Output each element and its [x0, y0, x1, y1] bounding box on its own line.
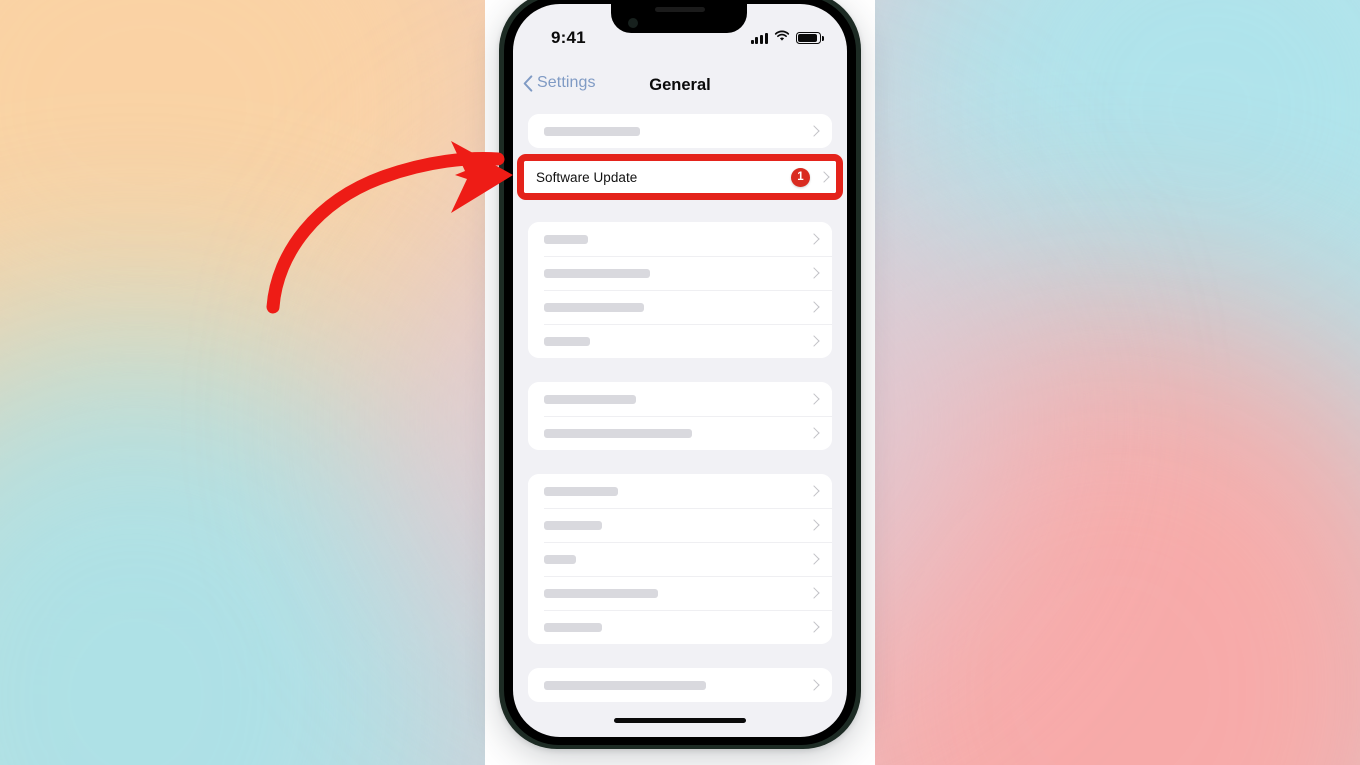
wifi-icon [774, 29, 790, 47]
group-gap [528, 450, 832, 474]
placeholder-label [544, 126, 640, 136]
list-item[interactable] [528, 114, 832, 148]
placeholder-label [544, 234, 588, 244]
placeholder-label [544, 588, 658, 598]
list-item[interactable] [528, 668, 832, 702]
settings-group [528, 382, 832, 450]
chevron-right-icon [808, 587, 820, 599]
list-item-software-update[interactable]: Software Update 1 [524, 161, 836, 193]
placeholder-label [544, 680, 706, 690]
chevron-right-icon [808, 301, 820, 313]
settings-list: Software Update 1 [513, 114, 847, 737]
battery-full-icon [796, 32, 824, 44]
group-gap [528, 358, 832, 382]
list-item[interactable] [528, 542, 832, 576]
chevron-right-icon [808, 335, 820, 347]
chevron-right-icon [808, 553, 820, 565]
chevron-right-icon [808, 519, 820, 531]
device-notch [611, 0, 747, 33]
list-item[interactable] [528, 416, 832, 450]
placeholder-label [544, 394, 636, 404]
placeholder-label [544, 486, 618, 496]
list-item[interactable] [528, 610, 832, 644]
cellular-signal-icon [750, 32, 768, 44]
placeholder-label [544, 268, 650, 278]
chevron-right-icon [808, 621, 820, 633]
list-item[interactable] [528, 222, 832, 256]
navigation-bar: Settings General [513, 64, 847, 108]
chevron-right-icon [808, 125, 820, 137]
status-icons [750, 29, 824, 47]
placeholder-label [544, 520, 602, 530]
list-item[interactable] [528, 508, 832, 542]
list-item[interactable] [528, 382, 832, 416]
placeholder-label [544, 554, 576, 564]
settings-group [528, 222, 832, 358]
list-item[interactable] [528, 474, 832, 508]
list-item-label: Software Update [536, 169, 638, 185]
placeholder-label [544, 428, 692, 438]
placeholder-label [544, 302, 644, 312]
earpiece-speaker [655, 7, 705, 12]
status-time: 9:41 [551, 28, 586, 47]
highlight-annotation-wrapper: Software Update 1 [517, 154, 843, 200]
chevron-right-icon [808, 427, 820, 439]
chevron-right-icon [818, 171, 830, 183]
chevron-right-icon [808, 233, 820, 245]
group-gap [528, 200, 832, 222]
page-title: General [649, 76, 711, 94]
list-item[interactable] [528, 256, 832, 290]
group-gap [528, 644, 832, 668]
chevron-right-icon [808, 485, 820, 497]
chevron-right-icon [808, 679, 820, 691]
list-item[interactable] [528, 576, 832, 610]
chevron-right-icon [808, 267, 820, 279]
status-badge: 1 [791, 167, 810, 187]
placeholder-label [544, 622, 602, 632]
settings-group [528, 474, 832, 644]
highlighted-row-box[interactable]: Software Update 1 [517, 154, 843, 200]
settings-group [528, 114, 832, 148]
home-indicator [614, 718, 746, 723]
chevron-right-icon [808, 393, 820, 405]
front-camera [628, 18, 638, 28]
placeholder-label [544, 336, 590, 346]
list-item[interactable] [528, 290, 832, 324]
list-item[interactable] [528, 324, 832, 358]
phone-screen: 9:41 Settings General Software Update 1 [513, 4, 847, 737]
settings-group [528, 668, 832, 702]
